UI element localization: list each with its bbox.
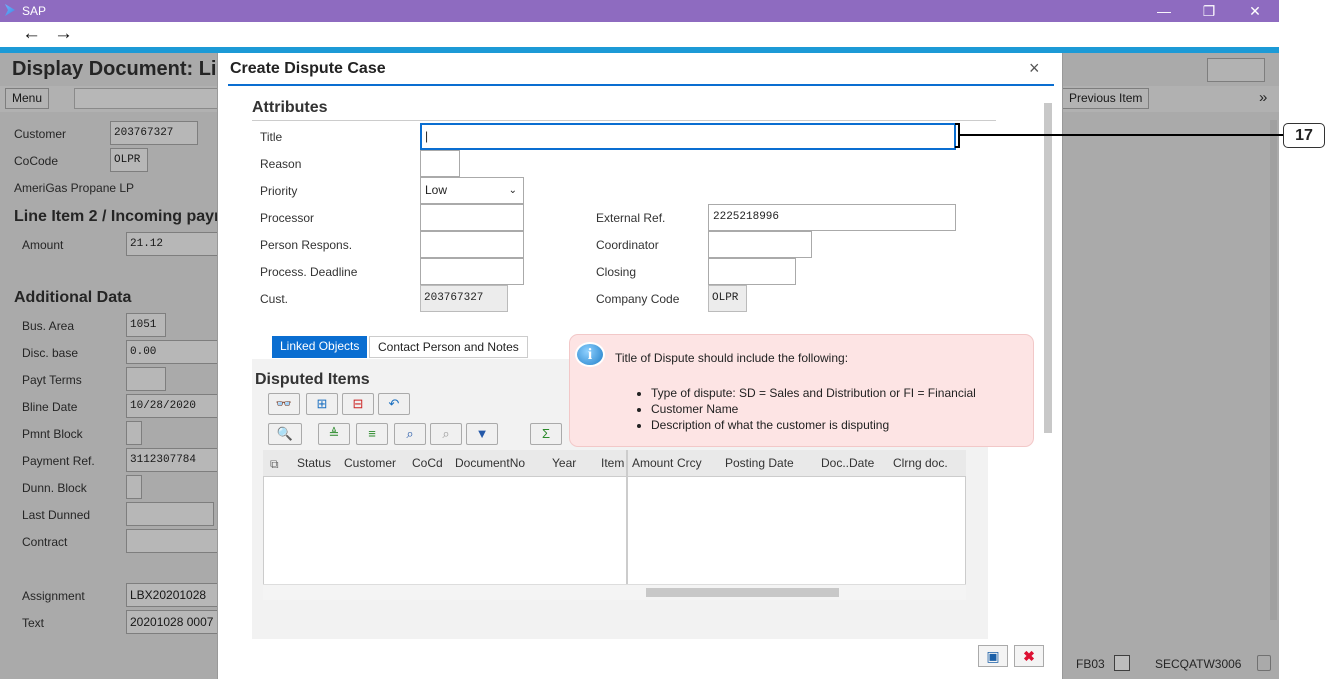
col-crcy[interactable]: Crcy	[677, 456, 702, 470]
info-bullet: Description of what the customer is disp…	[651, 417, 976, 433]
closing-input[interactable]	[708, 258, 796, 285]
col-status[interactable]: Status	[297, 456, 331, 470]
details-icon[interactable]: 🔍	[268, 423, 302, 445]
priority-value: Low	[425, 183, 448, 197]
priority-select[interactable]: Low ⌄	[420, 177, 524, 204]
company-code-field: OLPR	[708, 285, 747, 312]
title-label: Title	[260, 130, 283, 144]
col-posting-date[interactable]: Posting Date	[725, 456, 794, 470]
window-title: SAP	[22, 4, 47, 18]
forward-arrow-icon[interactable]: →	[54, 23, 73, 45]
col-customer[interactable]: Customer	[344, 456, 396, 470]
filter-icon[interactable]: ▼	[466, 423, 498, 445]
sort-ascending-icon[interactable]: ≜	[318, 423, 350, 445]
sort-descending-icon[interactable]: ≡	[356, 423, 388, 445]
person-respons-label: Person Respons.	[260, 238, 353, 252]
col-item[interactable]: Item	[601, 456, 624, 470]
reason-input[interactable]	[420, 150, 460, 177]
dialog-close-icon[interactable]: ×	[1029, 58, 1040, 79]
undo-icon[interactable]: ↶	[378, 393, 410, 415]
disputed-items-heading: Disputed Items	[255, 371, 370, 388]
closing-label: Closing	[596, 265, 637, 279]
info-bullet: Type of dispute: SD = Sales and Distribu…	[651, 385, 976, 401]
process-deadline-label: Process. Deadline	[260, 265, 358, 279]
tab-contact-person-notes[interactable]: Contact Person and Notes	[369, 336, 528, 358]
process-deadline-input[interactable]	[420, 258, 524, 285]
callout-line	[960, 134, 1283, 136]
priority-label: Priority	[260, 184, 298, 198]
background-scrollbar[interactable]	[1270, 120, 1277, 620]
col-clrng-doc[interactable]: Clrng doc.	[893, 456, 948, 470]
tab-linked-objects[interactable]: Linked Objects	[272, 336, 368, 358]
total-sum-icon[interactable]: Σ	[530, 423, 562, 445]
display-glasses-icon[interactable]: 👓	[268, 393, 300, 415]
back-arrow-icon[interactable]: ←	[22, 23, 41, 45]
col-amount[interactable]: Amount	[632, 456, 673, 470]
grid-hscrollbar[interactable]	[263, 584, 966, 600]
reason-label: Reason	[260, 157, 302, 171]
close-window-button[interactable]: ✕	[1245, 1, 1265, 21]
add-item-icon[interactable]: ⊞	[306, 393, 338, 415]
dialog-title-underline	[228, 84, 1054, 86]
nav-bar: ← →	[0, 22, 1279, 47]
window-titlebar: SAP — ❐ ✕	[0, 0, 1279, 22]
find-icon[interactable]: ⌕	[394, 423, 426, 445]
external-ref-input[interactable]: 2225218996	[708, 204, 956, 231]
info-bullet: Customer Name	[651, 401, 976, 417]
step-callout-badge: 17	[1283, 123, 1325, 148]
processor-input[interactable]	[420, 204, 524, 231]
info-icon: i	[575, 342, 605, 367]
title-input[interactable]: |	[420, 123, 956, 150]
info-tooltip: i Title of Dispute should include the fo…	[569, 334, 1034, 447]
dialog-vscroll-thumb[interactable]	[1044, 103, 1052, 433]
cancel-icon[interactable]: ✖	[1014, 645, 1044, 667]
cust-label: Cust.	[260, 292, 289, 306]
col-year[interactable]: Year	[552, 456, 576, 470]
info-list: Type of dispute: SD = Sales and Distribu…	[651, 385, 976, 433]
cust-field: 203767327	[420, 285, 508, 312]
grid-split-divider	[626, 450, 628, 584]
col-doc-date[interactable]: Doc..Date	[821, 456, 874, 470]
company-code-label: Company Code	[596, 292, 680, 306]
chevron-down-icon: ⌄	[508, 185, 517, 196]
save-icon[interactable]: ▣	[978, 645, 1008, 667]
select-all-icon[interactable]: ⧉	[270, 457, 279, 472]
coordinator-input[interactable]	[708, 231, 812, 258]
attributes-heading: Attributes	[252, 99, 328, 116]
attributes-divider	[252, 120, 996, 121]
dialog-title: Create Dispute Case	[230, 60, 386, 77]
info-intro: Title of Dispute should include the foll…	[615, 351, 849, 365]
person-respons-input[interactable]	[420, 231, 524, 258]
processor-label: Processor	[260, 211, 315, 225]
coordinator-label: Coordinator	[596, 238, 659, 252]
external-ref-label: External Ref.	[596, 211, 666, 225]
sap-logo-icon	[5, 4, 15, 16]
restore-button[interactable]: ❐	[1199, 1, 1219, 21]
minimize-button[interactable]: —	[1154, 1, 1174, 21]
remove-item-icon[interactable]: ⊟	[342, 393, 374, 415]
col-documentno[interactable]: DocumentNo	[455, 456, 525, 470]
col-cocd[interactable]: CoCd	[412, 456, 443, 470]
grid-hscroll-thumb[interactable]	[646, 588, 839, 597]
find-next-icon: ⌕	[430, 423, 462, 445]
